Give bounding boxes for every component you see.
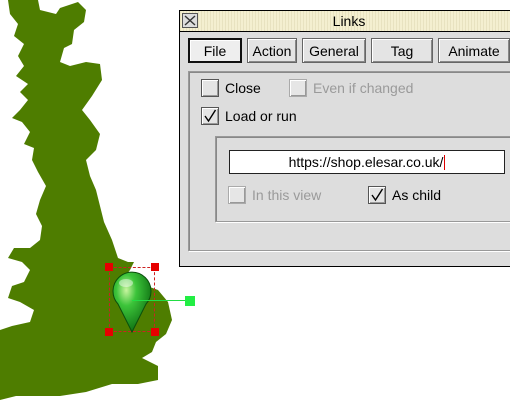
title-bar[interactable]: Links — [180, 11, 510, 32]
tab-label: File — [203, 42, 227, 59]
load-or-run-option[interactable]: Load or run — [201, 106, 297, 126]
check-icon — [204, 109, 217, 123]
load-or-run-label: Load or run — [225, 108, 297, 124]
even-if-changed-checkbox — [289, 79, 307, 97]
in-this-view-label: In this view — [252, 187, 322, 203]
tab-file[interactable]: File — [188, 38, 242, 63]
in-this-view-option: In this view — [228, 185, 321, 205]
file-options-panel: Close Even if changed Load or run https:… — [188, 71, 510, 251]
even-if-changed-option: Even if changed — [289, 78, 413, 98]
as-child-option[interactable]: As child — [368, 185, 441, 205]
load-or-run-checkbox[interactable] — [201, 107, 219, 125]
tab-general[interactable]: General — [302, 38, 366, 63]
close-option[interactable]: Close — [201, 78, 261, 98]
close-label: Close — [225, 80, 261, 96]
url-group: https://shop.elesar.co.uk/ In this view … — [215, 136, 510, 222]
rotate-handle[interactable] — [185, 296, 195, 306]
check-icon — [371, 188, 384, 202]
map-shape[interactable] — [0, 0, 172, 400]
close-checkbox[interactable] — [201, 79, 219, 97]
text-caret — [444, 154, 446, 170]
tab-label: General — [309, 42, 359, 59]
as-child-label: As child — [392, 187, 442, 203]
great-britain-map[interactable] — [0, 0, 200, 411]
url-value: https://shop.elesar.co.uk/ — [288, 154, 444, 170]
links-window: Links File Action General Tag Animate Cl… — [179, 10, 510, 267]
tab-bar: File Action General Tag Animate — [188, 38, 510, 63]
window-title: Links — [332, 13, 366, 29]
tab-label: Animate — [448, 42, 500, 59]
tab-tag[interactable]: Tag — [371, 38, 433, 63]
even-if-changed-label: Even if changed — [313, 80, 414, 96]
tab-animate[interactable]: Animate — [438, 38, 510, 63]
tab-label: Action — [252, 42, 292, 59]
rotate-line — [132, 300, 185, 301]
as-child-checkbox[interactable] — [368, 186, 386, 204]
tab-action[interactable]: Action — [247, 38, 297, 63]
tab-label: Tag — [390, 42, 414, 59]
in-this-view-checkbox — [228, 186, 246, 204]
url-input[interactable]: https://shop.elesar.co.uk/ — [229, 150, 505, 174]
map-pin-icon[interactable] — [108, 268, 156, 334]
